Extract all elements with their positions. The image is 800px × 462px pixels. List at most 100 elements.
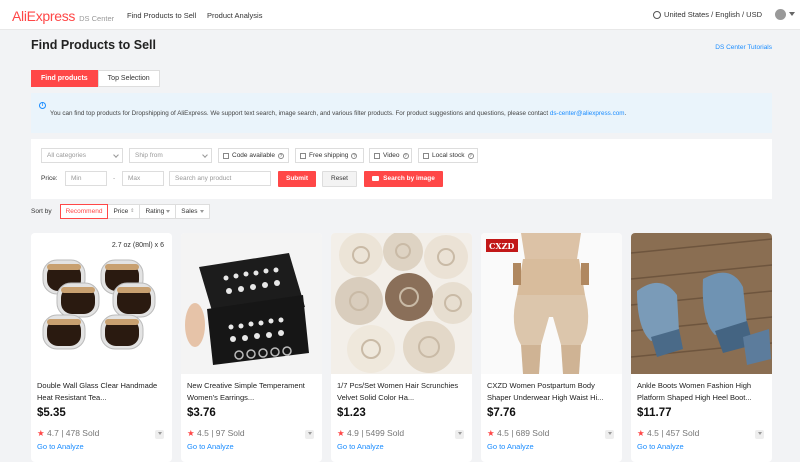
sort-bar: Sort by Recommend Price ⇕ Rating Sales xyxy=(31,204,210,219)
search-by-image-button[interactable]: Search by image xyxy=(364,171,443,187)
go-to-analyze-link[interactable]: Go to Analyze xyxy=(637,442,684,451)
product-card[interactable]: New Creative Simple Temperament Women's … xyxy=(181,233,322,462)
sort-recommend[interactable]: Recommend xyxy=(59,204,109,219)
help-icon[interactable]: ? xyxy=(351,152,358,159)
sort-sales[interactable]: Sales xyxy=(175,204,210,219)
go-to-analyze-link[interactable]: Go to Analyze xyxy=(187,442,234,451)
reset-button[interactable]: Reset xyxy=(322,171,357,187)
nav-find-products[interactable]: Find Products to Sell xyxy=(127,11,196,20)
filter-panel: All categories Ship from Code available … xyxy=(31,139,772,199)
product-title[interactable]: CXZD Women Postpartum Body Shaper Underw… xyxy=(487,380,617,404)
info-icon: i xyxy=(39,102,46,109)
product-rating: ★ 4.5 | 689 Sold xyxy=(487,428,550,438)
chevron-down-icon[interactable] xyxy=(789,12,795,16)
ship-from-placeholder: Ship from xyxy=(135,152,163,159)
go-to-analyze-link[interactable]: Go to Analyze xyxy=(37,442,84,451)
sort-option-label: Recommend xyxy=(65,208,103,215)
product-title[interactable]: 1/7 Pcs/Set Women Hair Scrunchies Velvet… xyxy=(337,380,467,404)
star-icon: ★ xyxy=(337,428,345,438)
product-image[interactable] xyxy=(631,233,772,374)
product-price: $7.76 xyxy=(487,407,516,419)
product-card[interactable]: CXZD CXZD Women Postpartum Body Shaper U… xyxy=(481,233,622,462)
image-caption: 2.7 oz (80ml) x 6 xyxy=(111,242,164,249)
chevron-down-icon[interactable] xyxy=(605,430,614,439)
chevron-down-icon xyxy=(202,152,208,158)
product-image[interactable] xyxy=(181,233,322,374)
rating-value: 4.5 xyxy=(197,428,209,438)
checkbox-box[interactable] xyxy=(423,152,429,159)
sort-price[interactable]: Price ⇕ xyxy=(107,204,141,219)
chevron-down-icon[interactable] xyxy=(155,430,164,439)
checkbox-box[interactable] xyxy=(223,152,229,159)
locale-selector[interactable]: United States / English / USD xyxy=(653,10,762,19)
rating-value: 4.5 xyxy=(647,428,659,438)
sort-option-label: Sales xyxy=(181,208,198,215)
sold-count: 478 Sold xyxy=(65,428,100,438)
chevron-down-icon[interactable] xyxy=(755,430,764,439)
ds-center-tutorials-link[interactable]: DS Center Tutorials xyxy=(715,44,772,51)
category-select-placeholder: All categories xyxy=(47,152,87,159)
category-select[interactable]: All categories xyxy=(41,148,123,163)
sort-label: Sort by xyxy=(31,208,52,215)
product-image[interactable]: CXZD xyxy=(481,233,622,374)
rating-value: 4.5 xyxy=(497,428,509,438)
submit-button[interactable]: Submit xyxy=(278,171,316,187)
product-rating: ★ 4.7 | 478 Sold xyxy=(37,428,100,438)
chevron-down-icon[interactable] xyxy=(455,430,464,439)
camera-icon xyxy=(372,175,380,181)
logo-text: AliExpress xyxy=(12,8,76,24)
product-rating: ★ 4.9 | 5499 Sold xyxy=(337,428,405,438)
tab-find-products[interactable]: Find products xyxy=(31,70,98,87)
product-title[interactable]: New Creative Simple Temperament Women's … xyxy=(187,380,317,404)
price-label: Price: xyxy=(41,175,58,182)
product-title[interactable]: Ankle Boots Women Fashion High Platform … xyxy=(637,380,767,404)
aliexpress-logo[interactable]: AliExpress DS Center xyxy=(12,8,114,24)
sold-count: 689 Sold xyxy=(515,428,550,438)
locale-text: United States / English / USD xyxy=(664,10,762,19)
checkbox-box[interactable] xyxy=(300,152,306,159)
price-min-input[interactable]: Min xyxy=(65,171,107,186)
product-price: $3.76 xyxy=(187,407,216,419)
chevron-down-icon xyxy=(199,210,204,213)
local-stock-checkbox[interactable]: Local stock ? xyxy=(418,148,478,163)
chevron-down-icon[interactable] xyxy=(305,430,314,439)
price-max-input[interactable]: Max xyxy=(122,171,164,186)
star-icon: ★ xyxy=(487,428,495,438)
go-to-analyze-link[interactable]: Go to Analyze xyxy=(337,442,384,451)
star-icon: ★ xyxy=(637,428,645,438)
checkbox-box[interactable] xyxy=(374,152,380,159)
product-image[interactable] xyxy=(331,233,472,374)
checkbox-label: Local stock xyxy=(432,152,465,159)
search-input[interactable]: Search any product xyxy=(169,171,271,186)
free-shipping-checkbox[interactable]: Free shipping ? xyxy=(295,148,364,163)
chevron-down-icon xyxy=(166,210,171,213)
notice-tail: . xyxy=(624,110,627,117)
product-card[interactable]: 1/7 Pcs/Set Women Hair Scrunchies Velvet… xyxy=(331,233,472,462)
avatar[interactable] xyxy=(775,9,786,20)
sold-count: 457 Sold xyxy=(665,428,700,438)
checkbox-label: Video xyxy=(383,152,400,159)
nav-product-analysis[interactable]: Product Analysis xyxy=(207,11,262,20)
price-dash: - xyxy=(113,175,116,182)
product-card[interactable]: Ankle Boots Women Fashion High Platform … xyxy=(631,233,772,462)
notice-text: You can find top products for Dropshippi… xyxy=(50,110,626,117)
code-available-checkbox[interactable]: Code available ? xyxy=(218,148,289,163)
brand-badge: CXZD xyxy=(489,241,515,251)
help-icon[interactable]: ? xyxy=(402,152,409,159)
product-card[interactable]: 2.7 oz (80ml) x 6 Double Wall Glass Clea… xyxy=(31,233,172,462)
logo-subtitle: DS Center xyxy=(79,14,115,23)
product-title[interactable]: Double Wall Glass Clear Handmade Heat Re… xyxy=(37,380,167,404)
tab-top-selection[interactable]: Top Selection xyxy=(97,70,160,87)
search-by-image-label: Search by image xyxy=(383,175,435,182)
help-icon[interactable]: ? xyxy=(467,152,474,159)
sort-rating[interactable]: Rating xyxy=(139,204,177,219)
ship-from-select[interactable]: Ship from xyxy=(129,148,212,163)
top-nav: AliExpress DS Center Find Products to Sel… xyxy=(0,0,800,30)
rating-value: 4.7 xyxy=(47,428,59,438)
support-email-link[interactable]: ds-center@aliexpress.com xyxy=(550,110,625,117)
go-to-analyze-link[interactable]: Go to Analyze xyxy=(487,442,534,451)
help-icon[interactable]: ? xyxy=(278,152,285,159)
video-checkbox[interactable]: Video ? xyxy=(369,148,412,163)
sold-count: 5499 Sold xyxy=(365,428,405,438)
product-image[interactable]: 2.7 oz (80ml) x 6 xyxy=(31,233,172,374)
